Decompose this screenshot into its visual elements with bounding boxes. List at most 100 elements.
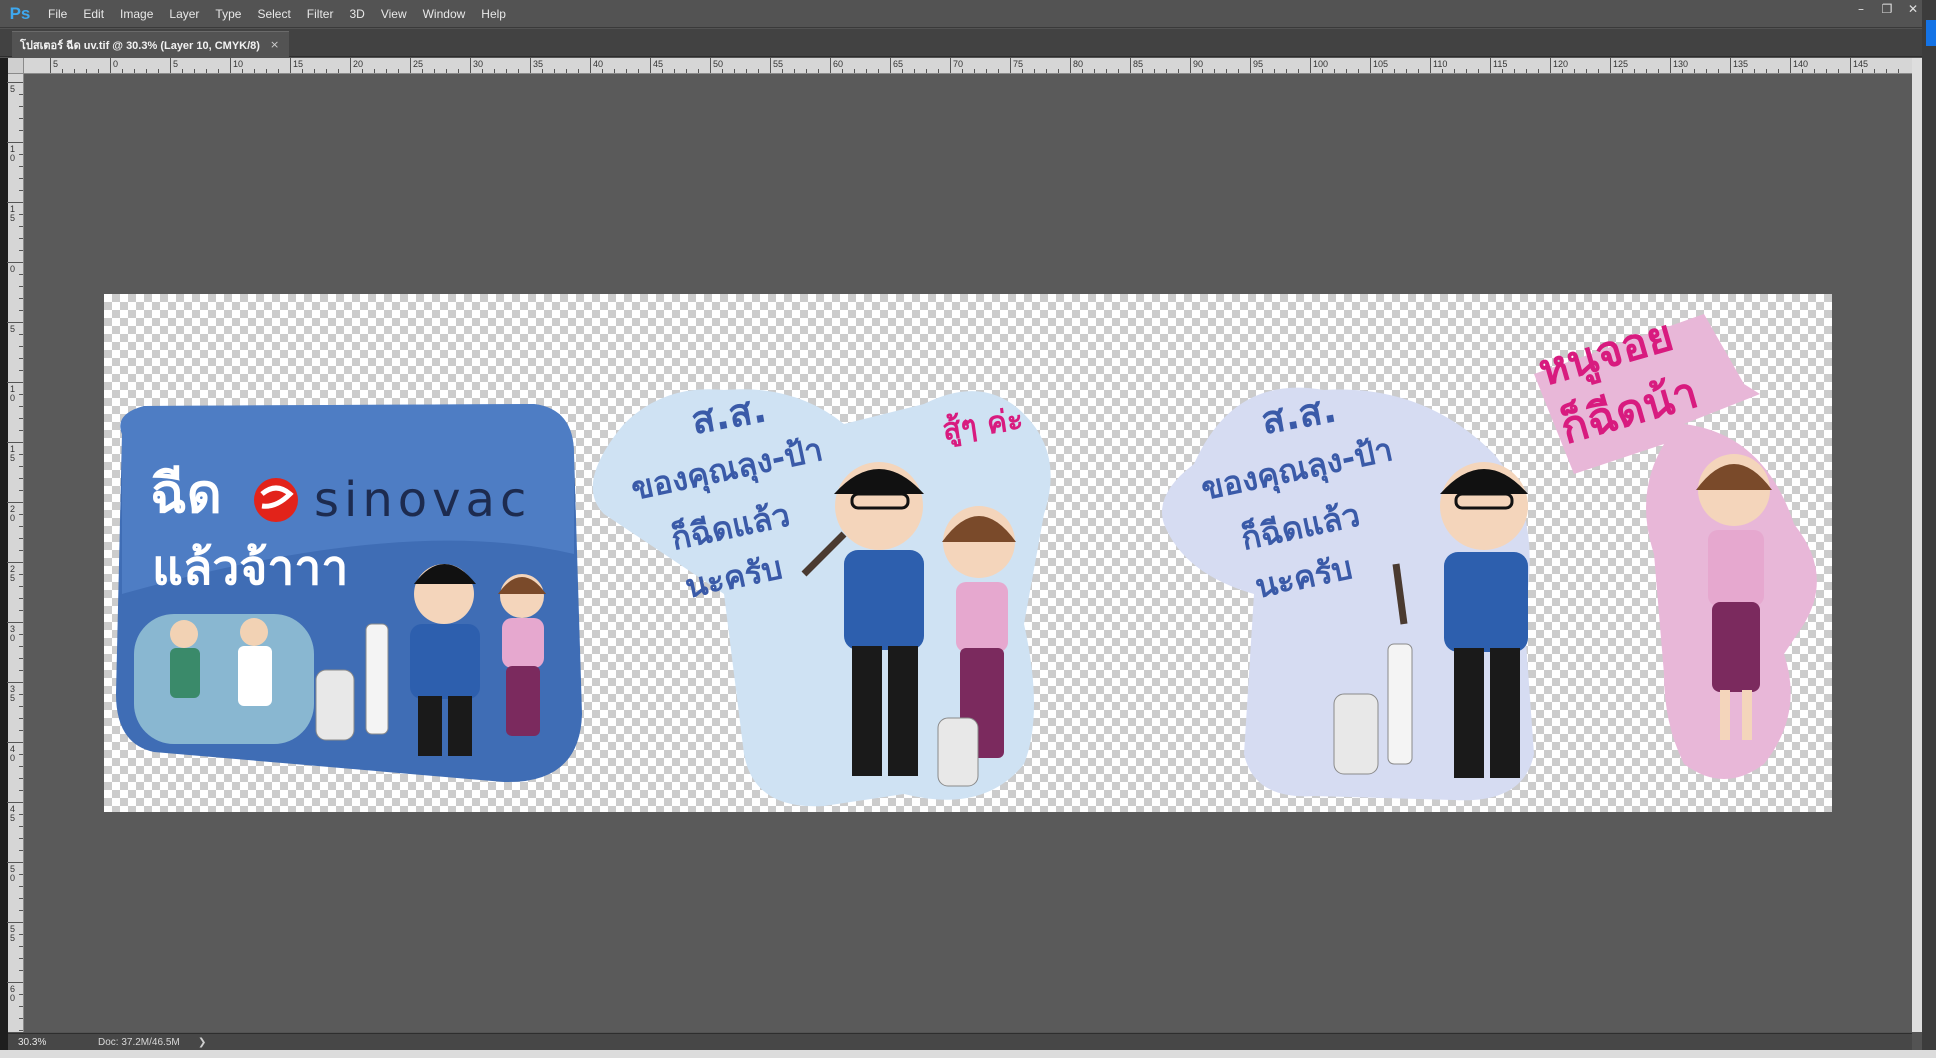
ruler-minor-tick bbox=[19, 418, 23, 419]
ruler-label: 35 bbox=[533, 59, 544, 69]
ruler-minor-tick bbox=[614, 69, 615, 73]
document-canvas[interactable]: ฉีด sinovac แล้วจ้าาา ส.ส. ของคุณลุง-ป้า… bbox=[104, 294, 1832, 812]
ruler-minor-tick bbox=[362, 69, 363, 73]
ruler-minor-tick bbox=[19, 970, 23, 971]
ruler-label: 60 bbox=[10, 984, 16, 1003]
ruler-tick bbox=[7, 682, 23, 683]
ruler-minor-tick bbox=[626, 69, 627, 73]
ruler-tick bbox=[170, 57, 171, 73]
ruler-label: 90 bbox=[1193, 59, 1204, 69]
ruler-tick bbox=[7, 862, 23, 863]
ruler-minor-tick bbox=[19, 958, 23, 959]
menu-edit[interactable]: Edit bbox=[75, 0, 112, 28]
menu-bar: Ps File Edit Image Layer Type Select Fil… bbox=[0, 0, 1936, 28]
ruler-minor-tick bbox=[782, 69, 783, 73]
ruler-minor-tick bbox=[19, 778, 23, 779]
ruler-tick bbox=[830, 57, 831, 73]
ruler-minor-tick bbox=[1406, 69, 1407, 73]
ruler-minor-tick bbox=[1838, 69, 1839, 73]
menu-file[interactable]: File bbox=[40, 0, 75, 28]
ruler-minor-tick bbox=[434, 69, 435, 73]
ruler-minor-tick bbox=[19, 538, 23, 539]
ruler-minor-tick bbox=[19, 838, 23, 839]
doctor-body bbox=[238, 646, 272, 706]
ruler-tick bbox=[7, 802, 23, 803]
ruler-minor-tick bbox=[314, 69, 315, 73]
ruler-minor-tick bbox=[242, 69, 243, 73]
ruler-label: 25 bbox=[413, 59, 424, 69]
status-menu-arrow-icon[interactable]: ❯ bbox=[198, 1037, 206, 1048]
ruler-minor-tick bbox=[602, 69, 603, 73]
panel-accent[interactable] bbox=[1926, 20, 1936, 46]
ruler-minor-tick bbox=[1574, 69, 1575, 73]
ruler-minor-tick bbox=[686, 69, 687, 73]
ruler-tick bbox=[710, 57, 711, 73]
ruler-tick bbox=[1250, 57, 1251, 73]
ruler-label: 55 bbox=[10, 924, 16, 943]
joy-leg-right bbox=[1742, 690, 1752, 740]
ruler-tick bbox=[7, 922, 23, 923]
sinovac-logo-icon bbox=[254, 478, 298, 522]
horizontal-ruler[interactable]: 5 0 5 10 15 20 25 30 35 40 45 50 55 60 65 70 75 80 85 90 95 1… bbox=[24, 57, 1912, 74]
ruler-minor-tick bbox=[1274, 69, 1275, 73]
ruler-label: 25 bbox=[10, 564, 16, 583]
ruler-minor-tick bbox=[1034, 69, 1035, 73]
ruler-minor-tick bbox=[19, 874, 23, 875]
menu-help[interactable]: Help bbox=[473, 0, 514, 28]
menu-3d[interactable]: 3D bbox=[341, 0, 372, 28]
sticker1-line1: ฉีด bbox=[150, 462, 222, 525]
ruler-minor-tick bbox=[19, 394, 23, 395]
ruler-minor-tick bbox=[1886, 69, 1887, 73]
ruler-label: 30 bbox=[10, 624, 16, 643]
ruler-label: 145 bbox=[1853, 59, 1869, 69]
status-bar: 30.3% Doc: 37.2M/46.5M ❯ bbox=[8, 1033, 1912, 1050]
ruler-minor-tick bbox=[1898, 69, 1899, 73]
ruler-minor-tick bbox=[1682, 69, 1683, 73]
ruler-minor-tick bbox=[638, 69, 639, 73]
zoom-level-field[interactable]: 30.3% bbox=[8, 1037, 68, 1048]
vertical-ruler[interactable]: 5 10 15 0 5 10 15 20 25 30 35 40 45 50 55 60 bbox=[7, 74, 24, 1032]
restore-button[interactable]: ❐ bbox=[1874, 0, 1900, 20]
joy-skirt bbox=[1712, 602, 1760, 692]
menu-layer[interactable]: Layer bbox=[161, 0, 207, 28]
menu-image[interactable]: Image bbox=[112, 0, 161, 28]
ruler-minor-tick bbox=[1454, 69, 1455, 73]
ruler-origin[interactable] bbox=[8, 58, 24, 74]
menu-view[interactable]: View bbox=[373, 0, 415, 28]
ruler-minor-tick bbox=[19, 826, 23, 827]
ruler-minor-tick bbox=[1262, 69, 1263, 73]
ruler-minor-tick bbox=[74, 69, 75, 73]
mp-man-leg-right bbox=[888, 646, 918, 776]
ruler-minor-tick bbox=[19, 1018, 23, 1019]
menu-select[interactable]: Select bbox=[249, 0, 298, 28]
ruler-minor-tick bbox=[458, 69, 459, 73]
ruler-minor-tick bbox=[1814, 69, 1815, 73]
patient-head bbox=[170, 620, 198, 648]
minimize-button[interactable]: – bbox=[1848, 0, 1874, 20]
ruler-minor-tick bbox=[1826, 69, 1827, 73]
ruler-label: 30 bbox=[473, 59, 484, 69]
taskbar-strip bbox=[0, 1050, 1936, 1058]
ruler-minor-tick bbox=[19, 286, 23, 287]
ruler-tick bbox=[1670, 57, 1671, 73]
close-tab-icon[interactable]: × bbox=[270, 38, 279, 51]
menu-filter[interactable]: Filter bbox=[299, 0, 342, 28]
document-tab[interactable]: โปสเตอร์ ฉีด uv.tif @ 30.3% (Layer 10, C… bbox=[12, 31, 290, 57]
ruler-minor-tick bbox=[758, 69, 759, 73]
document-tab-bar: โปสเตอร์ ฉีด uv.tif @ 30.3% (Layer 10, C… bbox=[0, 29, 1936, 57]
vertical-scrollbar[interactable] bbox=[1912, 58, 1922, 1032]
ruler-label: 15 bbox=[10, 204, 16, 223]
ruler-minor-tick bbox=[19, 694, 23, 695]
ruler-label: 140 bbox=[1793, 59, 1809, 69]
document-size-info[interactable]: Doc: 37.2M/46.5M bbox=[68, 1037, 198, 1048]
ruler-tick bbox=[1850, 57, 1851, 73]
ruler-tick bbox=[7, 562, 23, 563]
menu-window[interactable]: Window bbox=[415, 0, 474, 28]
ruler-minor-tick bbox=[902, 69, 903, 73]
patient-body bbox=[170, 648, 200, 698]
ruler-minor-tick bbox=[19, 586, 23, 587]
ruler-minor-tick bbox=[1358, 69, 1359, 73]
ruler-minor-tick bbox=[19, 406, 23, 407]
ruler-minor-tick bbox=[19, 358, 23, 359]
menu-type[interactable]: Type bbox=[207, 0, 249, 28]
